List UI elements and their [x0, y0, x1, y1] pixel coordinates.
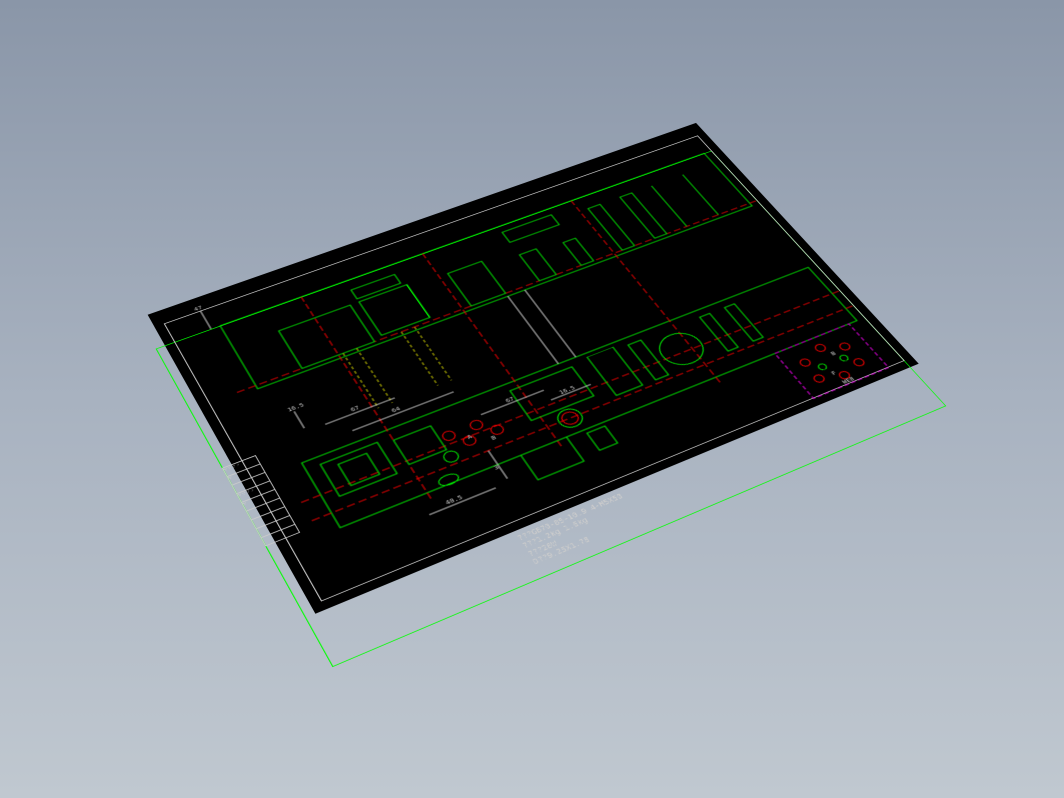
- dim-ext-2: [294, 411, 304, 428]
- label-we8: WE8: [841, 376, 856, 386]
- dim-ext-3: [488, 451, 507, 479]
- detail-hole-3: [838, 342, 852, 352]
- big-circle: [652, 328, 712, 370]
- dim-16-5: 16.5: [286, 402, 305, 413]
- bottom-extra-2: [587, 426, 618, 450]
- detail-hole-4: [812, 374, 826, 384]
- cad-viewport[interactable]: B F WE8 47 16.5 67 64 67 16.5 40.5 3 A B: [0, 0, 1064, 798]
- detail-hole-6: [852, 357, 866, 367]
- label-b: B: [490, 435, 498, 442]
- dim-line-1: [325, 398, 395, 425]
- top-line-1: [651, 186, 686, 227]
- slot-1: [436, 472, 460, 488]
- label-point-b2: B: [830, 350, 838, 357]
- hidden-line-2: [357, 348, 393, 403]
- dim-line-5: [429, 488, 495, 515]
- dim-47: 47: [193, 305, 204, 313]
- detail-hole-2: [814, 343, 828, 353]
- hole-4: [468, 419, 485, 431]
- hole-1: [441, 449, 461, 464]
- hidden-line-1: [343, 353, 378, 408]
- leader-2: [525, 290, 576, 357]
- dim-3: 3: [493, 464, 501, 471]
- cad-drawing-container: B F WE8 47 16.5 67 64 67 16.5 40.5 3 A B: [114, 128, 967, 698]
- detail-hole-g2: [838, 354, 849, 362]
- top-feature-7: [620, 193, 667, 238]
- label-point-f: F: [830, 370, 838, 377]
- hole-7: [559, 410, 581, 426]
- bottom-extra-1: [521, 437, 584, 480]
- top-detail-1: [351, 274, 401, 298]
- dim-64: 64: [390, 406, 402, 414]
- detail-hole-g1: [817, 363, 828, 371]
- top-line-2: [683, 175, 719, 215]
- detail-hole-1: [798, 358, 812, 368]
- detail-view-box: [775, 324, 889, 399]
